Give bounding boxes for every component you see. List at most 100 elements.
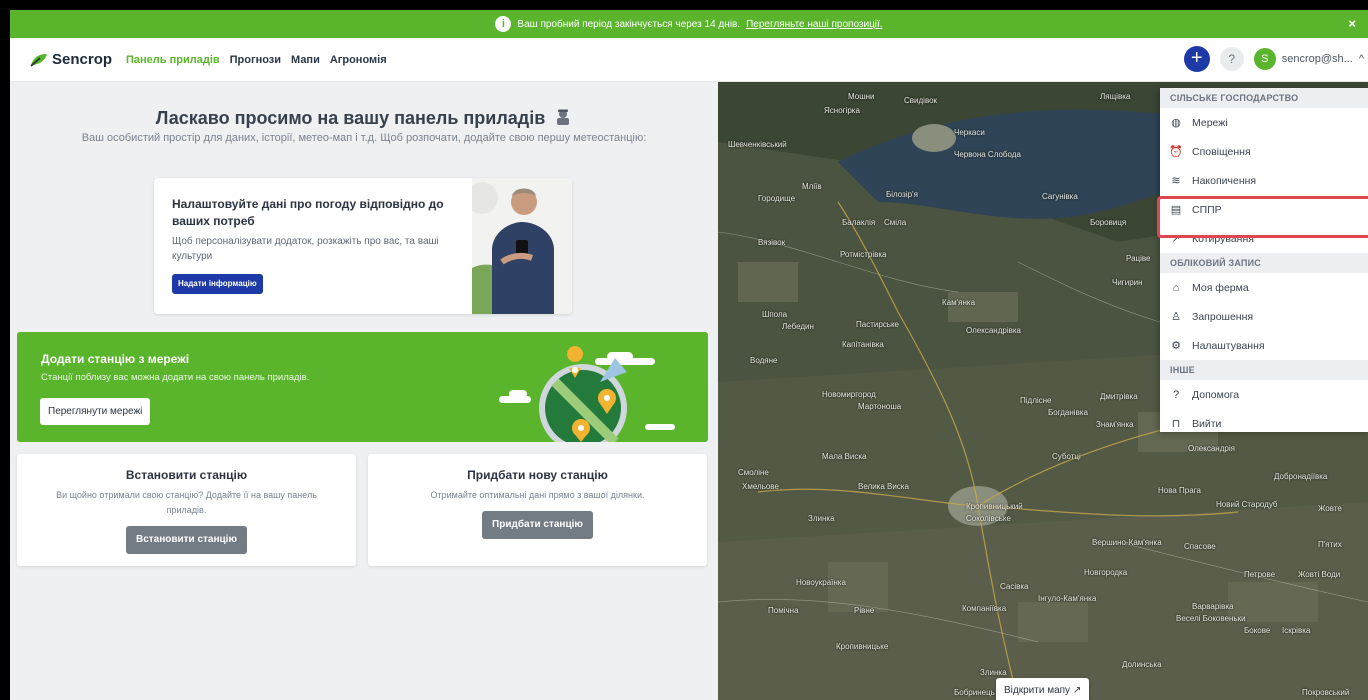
map-place-label: Інгуло-Кам'янка [1038,594,1097,603]
gear-icon: ⚙ [1171,340,1181,352]
nav-actions: + ? S sencrop@sh... ^ [1183,46,1368,72]
map-place-label: Добронадіївка [1274,472,1328,481]
map-place-label: Жовте [1318,504,1342,513]
weather-card-text: Щоб персоналізувати додаток, розкажіть п… [172,236,439,262]
nav-link[interactable]: Панель приладів [126,54,220,66]
menu-item-label: Накопичення [1192,174,1257,187]
user-icon: ♙ [1171,311,1181,323]
offers-link[interactable]: Перегляньте наші пропозиції. [746,19,883,30]
menu-section-header: ІНШЕ [1160,360,1368,380]
map-place-label: Ясногірка [824,106,860,115]
menu-item[interactable]: ◍ Мережі [1160,108,1368,137]
menu-item[interactable]: ⚙ Налаштування [1160,331,1368,360]
network-card-text: Станції поблизу вас можна додати на свою… [41,372,310,383]
map-pins-illustration [499,346,675,442]
buy-station-button[interactable]: Придбати станцію [482,511,593,539]
map-place-label: Шпола [762,310,788,319]
nav-link[interactable]: Мапи [291,54,320,66]
map-place-label: Лебедин [782,322,814,331]
map-place-label: Мартоноша [858,402,902,411]
trial-banner: i Ваш пробний період закінчується через … [10,10,1368,38]
map-place-label: Покровський [1302,688,1350,697]
close-icon[interactable]: × [1348,16,1356,31]
user-menu[interactable]: S sencrop@sh... ^ [1253,48,1368,70]
map-place-label: Черкаси [954,128,985,137]
map-place-label: Хмельове [742,482,779,491]
map-place-label: Смілa [884,218,907,227]
map-place-label: Олександрія [1188,444,1235,453]
map-place-label: Сасівка [1000,582,1029,591]
map-place-label: Капітанівка [842,340,884,349]
map-place-label: Кам'янка [942,298,976,307]
menu-item[interactable]: ⏰ Сповіщення [1160,137,1368,166]
menu-item[interactable]: ⌂ Моя ферма [1160,273,1368,302]
map-place-label: Дмитрівка [1100,392,1138,401]
map-place-label: Олександрівка [966,326,1021,335]
sencrop-logo[interactable]: Sencrop [30,51,112,68]
menu-section-header: СІЛЬСЬКЕ ГОСПОДАРСТВО [1160,88,1368,108]
map-place-label: Раціве [1126,254,1151,263]
lock-icon: ⊓ [1171,418,1181,430]
map-place-label: Іскрівка [1282,626,1311,635]
map-place-label: Злинка [980,668,1007,677]
map-place-label: Помічна [768,606,799,615]
alarm-icon: ⏰ [1169,146,1183,158]
help-button[interactable]: ? [1219,47,1244,71]
globe-icon: ◍ [1171,117,1181,129]
menu-item[interactable]: ⊓ Вийти [1160,409,1368,438]
menu-section-header: ОБЛІКОВИЙ ЗАПИС [1160,253,1368,273]
map-place-label: Спасове [1184,542,1216,551]
map-place-label: Мала Виска [822,452,867,461]
menu-item-label: Запрошення [1192,310,1254,323]
menu-item[interactable]: ↗ Котирування [1160,224,1368,253]
weather-card-title: Налаштовуйте дані про погоду відповідно … [172,197,444,228]
menu-item[interactable]: ? Допомога [1160,380,1368,409]
map-place-label: Мошни [848,92,875,101]
menu-item[interactable]: ♙ Запрошення [1160,302,1368,331]
map-place-label: Кропивницький [966,502,1023,511]
menu-item-label: Сповіщення [1192,145,1251,158]
buy-card-text: Отримайте оптимальні дані прямо з вашої … [430,490,645,500]
expand-icon: ↗ [1072,685,1082,696]
view-networks-button[interactable]: Переглянути мережі [40,398,151,425]
menu-item-label: Котирування [1192,232,1254,245]
add-button[interactable]: + [1183,46,1210,72]
menu-item-label: Вийти [1192,417,1222,430]
map-place-label: Рівне [854,606,875,615]
open-map-button[interactable]: Відкрити мапу ↗ [996,678,1090,700]
top-navbar: Sencrop Панель приладів Прогнози Мапи Агрон… [10,38,1368,82]
app-window: i Ваш пробний період закінчується через … [10,10,1368,700]
install-station-card: Встановити станцію Ви щойно отримали сво… [17,454,356,566]
farm-icon: ⌂ [1172,281,1180,294]
weather-preferences-card: Налаштовуйте дані про погоду відповідно … [154,178,572,314]
layers-icon: ≋ [1171,175,1181,187]
map-place-label: Жовті Води [1298,570,1341,579]
menu-item[interactable]: ▤ СППР [1160,195,1368,224]
map-place-label: Варварівка [1192,602,1234,611]
map-place-label: Білозір'я [886,190,918,199]
dashboard-panel: Ласкаво просимо на вашу панель приладів … [10,82,718,700]
map-place-label: Кропивницьке [836,642,889,651]
map-place-label: Червона Слобода [954,150,1021,159]
menu-item-label: Допомога [1192,388,1240,401]
provide-info-button[interactable]: Надати інформацію [172,274,263,294]
install-station-button[interactable]: Встановити станцію [125,526,248,554]
install-card-title: Встановити станцію [125,468,248,482]
open-map-label: Відкрити мапу [1004,685,1071,696]
trend-icon: ↗ [1171,233,1181,245]
map-place-label: Бокове [1244,626,1271,635]
map-place-label: Вязівок [758,238,786,247]
nav-link[interactable]: Агрономія [330,54,387,66]
map-place-label: Новоукраїнка [796,578,846,587]
nav-link[interactable]: Прогнози [230,54,281,66]
map-place-label: Велика Виска [858,482,909,491]
map-place-label: Веселі Боковеньки [1176,614,1246,623]
document-icon: ▤ [1170,204,1182,216]
menu-item[interactable]: ≋ Накопичення [1160,166,1368,195]
map-place-label: Новгородка [1084,568,1128,577]
logo-text: Sencrop [52,51,113,68]
help-icon: ? [1172,388,1180,401]
map-place-label: П'ятих [1318,540,1342,549]
welcome-title: Ласкаво просимо на вашу панель приладів [10,108,718,129]
welcome-title-text: Ласкаво просимо на вашу панель приладів [155,108,546,128]
